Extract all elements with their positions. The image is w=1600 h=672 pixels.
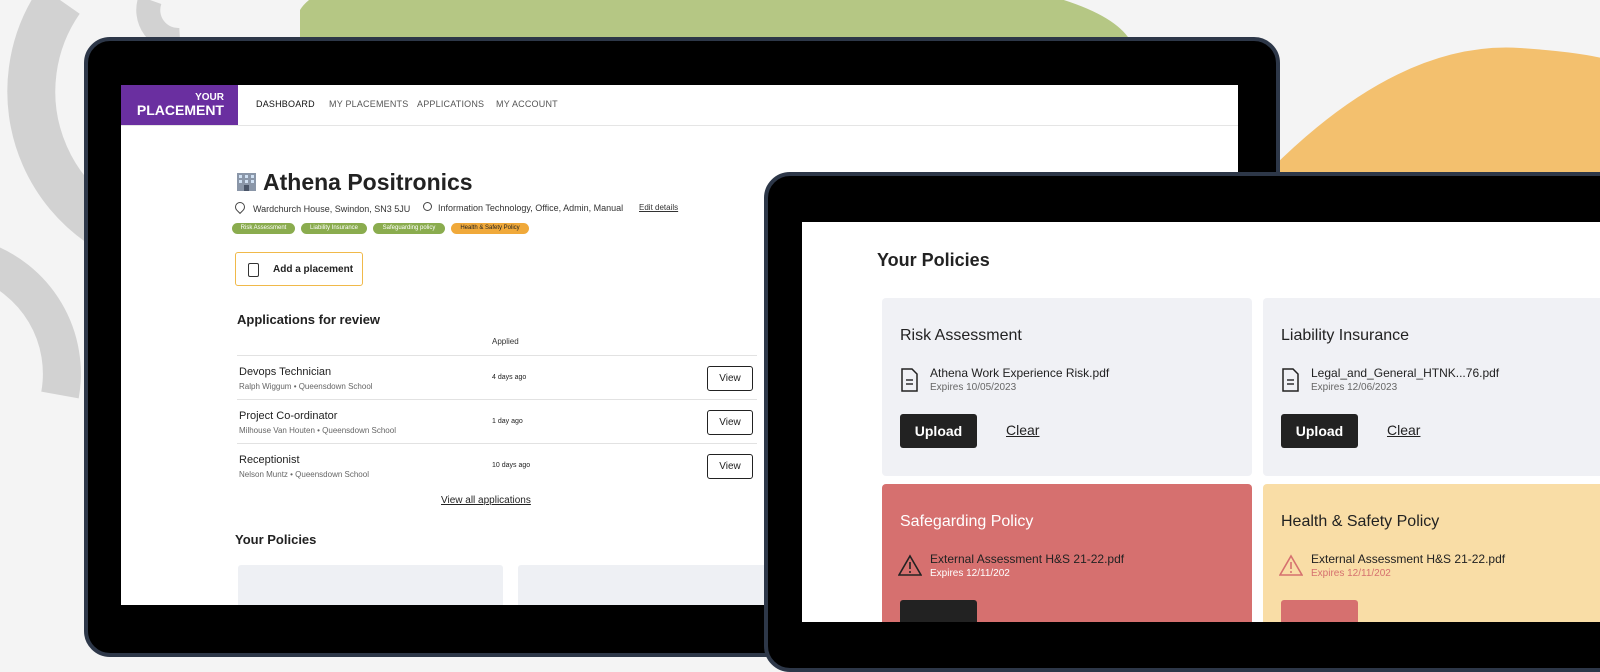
application-applied: 10 days ago (492, 462, 531, 469)
policies-screen: Your Policies Risk Assessment Athena Wor… (802, 222, 1600, 622)
policy-card-liability-insurance: Liability Insurance Legal_and_General_HT… (1263, 298, 1600, 476)
policy-card-health-safety: Health & Safety Policy External Assessme… (1263, 484, 1600, 622)
tag-liability-insurance: Liability Insurance (301, 223, 367, 234)
policy-card-safeguarding: Safegarding Policy External Assessment H… (882, 484, 1252, 622)
application-subtitle: Nelson Muntz • Queensdown School (239, 470, 369, 479)
upload-button-partial[interactable] (1281, 600, 1358, 622)
policy-card-risk-assessment: Risk Assessment Athena Work Experience R… (882, 298, 1252, 476)
application-row: Project Co-ordinator Milhouse Van Houten… (237, 399, 757, 444)
policy-expiry: Expires 12/11/202 (1311, 568, 1391, 579)
policy-expiry: Expires 12/11/202 (930, 568, 1010, 579)
company-name: Athena Positronics (263, 169, 473, 195)
policy-file-name[interactable]: External Assessment H&S 21-22.pdf (930, 552, 1124, 566)
application-row: Receptionist Nelson Muntz • Queensdown S… (237, 443, 757, 488)
policy-title: Risk Assessment (900, 327, 1022, 344)
applied-column-header: Applied (492, 337, 519, 346)
application-applied: 1 day ago (492, 418, 523, 425)
policy-title: Health & Safety Policy (1281, 513, 1440, 530)
office-building-icon (237, 173, 256, 191)
view-button[interactable]: View (707, 454, 753, 479)
add-document-icon (248, 263, 259, 277)
policies-heading: Your Policies (877, 250, 990, 270)
application-row: Devops Technician Ralph Wiggum • Queensd… (237, 355, 757, 400)
clear-link[interactable]: Clear (1006, 422, 1039, 438)
policy-expiry: Expires 12/06/2023 (1311, 382, 1398, 393)
policy-file-name[interactable]: Athena Work Experience Risk.pdf (930, 366, 1109, 380)
location-pin-icon (232, 199, 248, 215)
logo-line2: PLACEMENT (136, 102, 224, 118)
policy-card-preview (518, 565, 783, 605)
upload-button-partial[interactable] (900, 600, 977, 622)
tag-safeguarding-policy: Safeguarding policy (373, 223, 445, 234)
add-placement-label: Add a placement (273, 264, 354, 275)
application-title: Devops Technician (239, 366, 332, 378)
your-placement-logo[interactable]: YOUR PLACEMENT (121, 85, 238, 125)
tag-health-safety-policy: Health & Safety Policy (451, 223, 529, 234)
policy-file-name[interactable]: Legal_and_General_HTNK...76.pdf (1311, 366, 1499, 380)
document-icon (901, 368, 918, 392)
view-button[interactable]: View (707, 366, 753, 391)
policy-card-preview (238, 565, 503, 605)
policy-file-name[interactable]: External Assessment H&S 21-22.pdf (1311, 552, 1505, 566)
nav-my-placements[interactable]: MY PLACEMENTS (329, 99, 408, 109)
policy-title: Liability Insurance (1281, 327, 1410, 344)
application-subtitle: Milhouse Van Houten • Queensdown School (239, 426, 396, 435)
application-title: Project Co-ordinator (239, 410, 338, 422)
top-navigation: YOUR PLACEMENT DASHBOARD MY PLACEMENTS A… (121, 85, 1238, 126)
sectors-text: Information Technology, Office, Admin, M… (438, 203, 624, 213)
view-button[interactable]: View (707, 410, 753, 435)
policy-title: Safegarding Policy (900, 513, 1034, 530)
company-title: Athena Positronics (236, 169, 473, 196)
upload-button[interactable]: Upload (900, 414, 977, 448)
policies-heading-small: Your Policies (235, 532, 317, 547)
add-placement-button[interactable]: Add a placement (235, 252, 363, 286)
tag-risk-assessment: Risk Assessment (232, 223, 295, 234)
view-all-applications-link[interactable]: View all applications (441, 495, 531, 506)
nav-applications[interactable]: APPLICATIONS (417, 99, 484, 109)
nav-my-account[interactable]: MY ACCOUNT (496, 99, 558, 109)
company-sectors: Information Technology, Office, Admin, M… (423, 202, 623, 213)
application-subtitle: Ralph Wiggum • Queensdown School (239, 382, 373, 391)
warning-icon (898, 554, 922, 576)
application-title: Receptionist (239, 454, 300, 466)
nav-dashboard[interactable]: DASHBOARD (256, 99, 315, 109)
upload-button[interactable]: Upload (1281, 414, 1358, 448)
company-address: Wardchurch House, Swindon, SN3 5JU (232, 199, 411, 215)
edit-details-link[interactable]: Edit details (639, 203, 678, 212)
document-icon (1282, 368, 1299, 392)
policy-expiry: Expires 10/05/2023 (930, 382, 1017, 393)
address-text: Wardchurch House, Swindon, SN3 5JU (253, 204, 411, 214)
applications-heading: Applications for review (237, 312, 381, 327)
application-applied: 4 days ago (492, 374, 527, 381)
sector-icon (423, 202, 432, 211)
clear-link[interactable]: Clear (1387, 422, 1420, 438)
warning-icon (1279, 554, 1303, 576)
